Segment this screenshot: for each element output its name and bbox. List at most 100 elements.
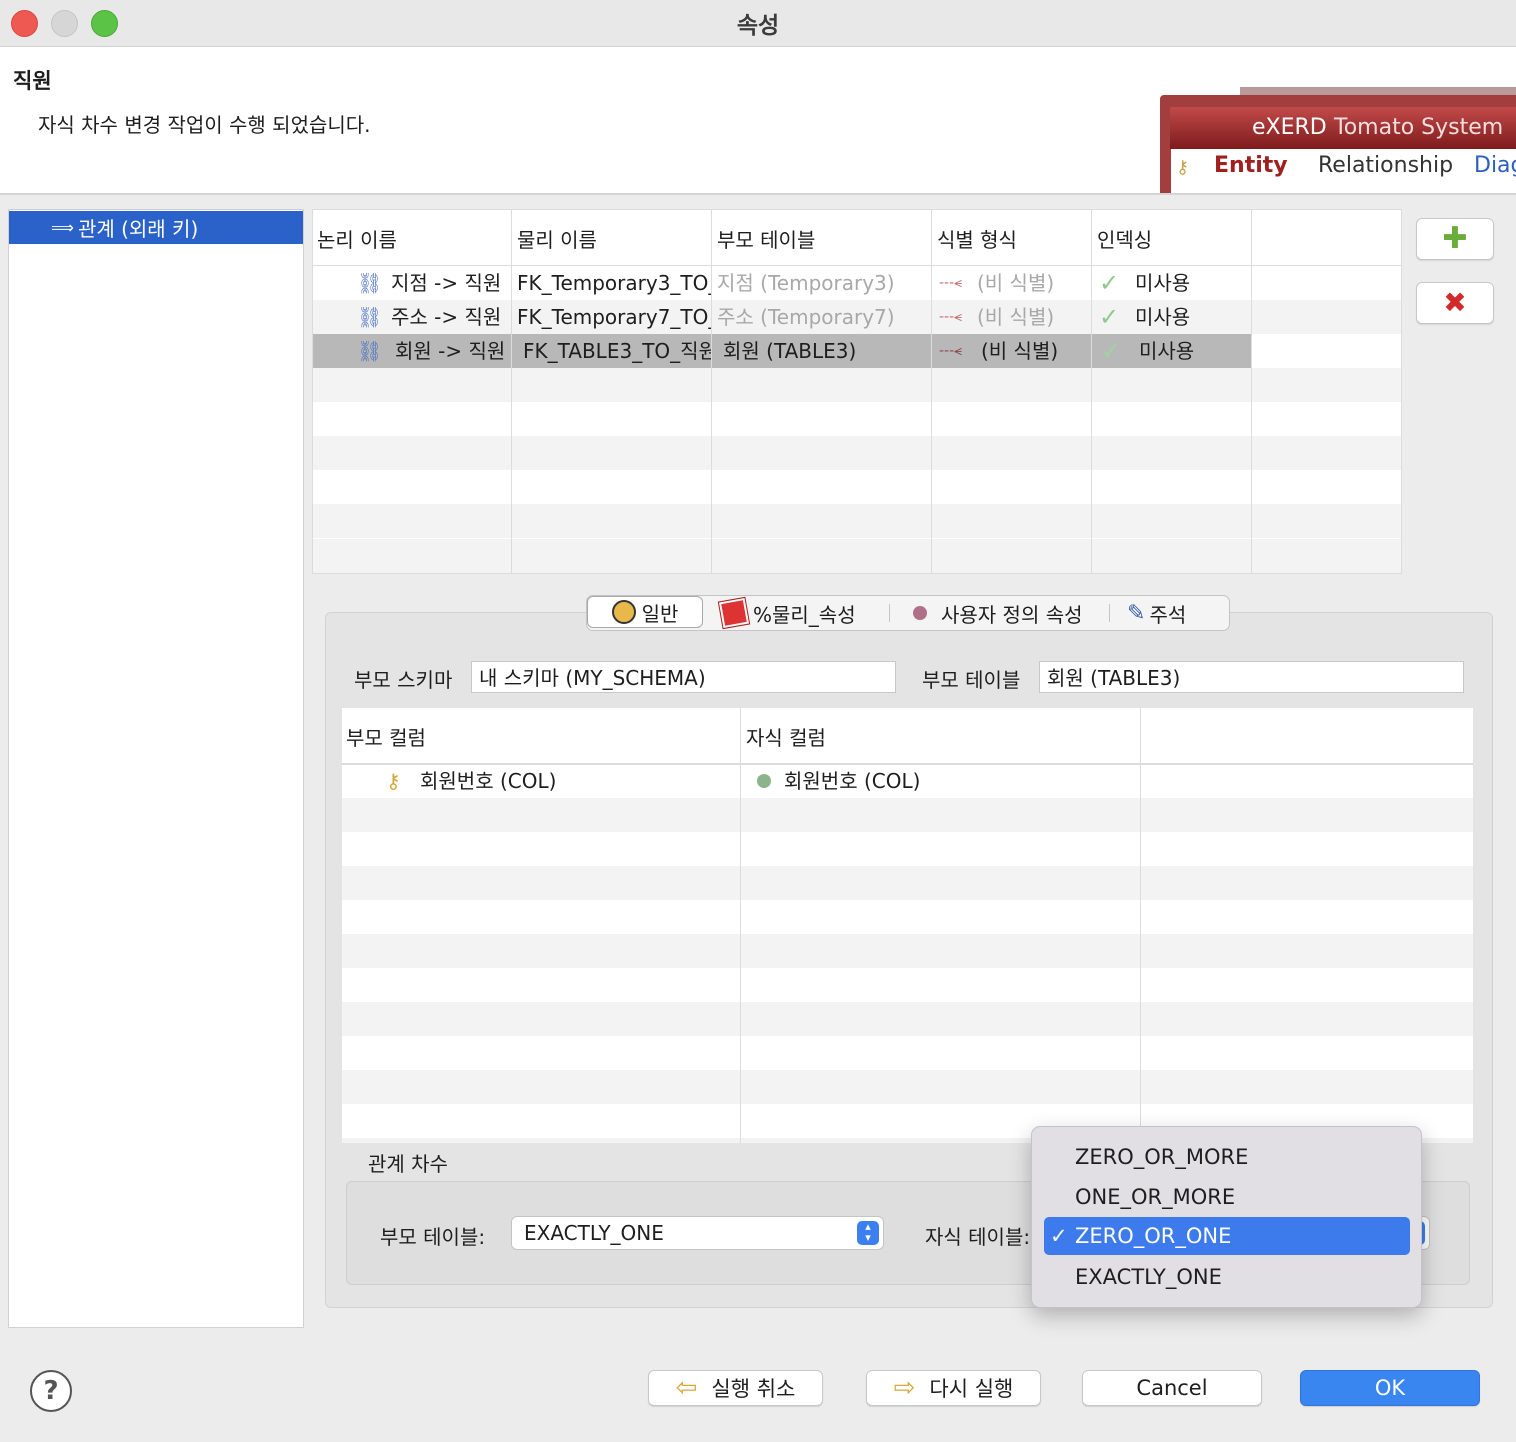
tab-physical-attributes[interactable]: %물리_속성 xyxy=(717,596,856,630)
check-icon: ✓ xyxy=(1099,269,1120,297)
key-icon: ⚷ xyxy=(1176,157,1190,178)
help-button[interactable]: ? xyxy=(30,1370,72,1412)
column-header-logical[interactable]: 논리 이름 xyxy=(317,224,397,253)
add-icon: ✚ xyxy=(1442,221,1468,256)
banner-tab-entity: Entity xyxy=(1214,153,1288,178)
undo-button[interactable]: ⇦ 실행 취소 xyxy=(648,1370,823,1406)
tab-label: %물리_속성 xyxy=(753,602,856,627)
delete-relation-button[interactable]: ✖ xyxy=(1416,282,1494,324)
add-relation-button[interactable]: ✚ xyxy=(1416,218,1494,260)
note-edit-icon: ✎ xyxy=(1127,600,1146,626)
column-header-identifying[interactable]: 식별 형식 xyxy=(937,224,1017,253)
column-header-indexing[interactable]: 인덱싱 xyxy=(1097,224,1152,253)
cancel-button[interactable]: Cancel xyxy=(1082,1370,1262,1406)
cell-logical: 지점 -> 직원 xyxy=(391,271,502,295)
menu-option-zero-or-one[interactable]: ✓ ZERO_OR_ONE xyxy=(1044,1217,1410,1255)
column-dot-icon xyxy=(757,774,771,788)
cell-identifying: (비 식별) xyxy=(981,339,1059,363)
tab-label: 사용자 정의 속성 xyxy=(941,602,1083,627)
redo-button[interactable]: ⇨ 다시 실행 xyxy=(866,1370,1041,1406)
cell-child-column: 회원번호 (COL) xyxy=(784,769,921,793)
delete-icon: ✖ xyxy=(1443,286,1467,319)
parent-cardinality-select[interactable]: EXACTLY_ONE ▴ ▾ xyxy=(511,1216,884,1250)
menu-option-one-or-more[interactable]: ONE_OR_MORE xyxy=(1044,1178,1410,1216)
cell-indexing: 미사용 xyxy=(1139,339,1195,363)
cell-parent: 회원 (TABLE3) xyxy=(723,339,857,363)
foreign-key-icon: ⟹ xyxy=(51,218,74,237)
cell-parent: 주소 (Temporary7) xyxy=(717,305,895,329)
parent-cardinality-label: 부모 테이블: xyxy=(380,1225,486,1249)
option-label: EXACTLY_ONE xyxy=(1075,1265,1222,1289)
dialog-header: 직원 자식 차수 변경 작업이 수행 되었습니다. eXERD Tomato S… xyxy=(0,47,1516,195)
cell-identifying: (비 식별) xyxy=(977,305,1055,329)
window-title: 속성 xyxy=(736,13,780,39)
column-mapping-table[interactable]: 부모 컬럼 자식 컬럼 ⚷ 회원번호 (COL) 회원번호 (COL) xyxy=(342,708,1473,1143)
tab-label: 주석 xyxy=(1149,602,1187,627)
parent-schema-label: 부모 스키마 xyxy=(354,668,453,692)
table-header: 논리 이름 물리 이름 부모 테이블 식별 형식 인덱싱 xyxy=(313,210,1401,267)
menu-option-exactly-one[interactable]: EXACTLY_ONE xyxy=(1044,1258,1410,1296)
cell-logical: 주소 -> 직원 xyxy=(391,305,502,329)
parent-cardinality-value: EXACTLY_ONE xyxy=(524,1221,664,1245)
non-identifying-icon: ---⪪ xyxy=(939,309,963,325)
child-cardinality-label: 자식 테이블: xyxy=(925,1225,1031,1249)
tab-label: 일반 xyxy=(641,601,679,626)
undo-label: 실행 취소 xyxy=(711,1377,796,1401)
banner-tab-relationship: Relationship xyxy=(1318,153,1454,178)
ok-button[interactable]: OK xyxy=(1300,1370,1480,1406)
banner-tab-diagram: Diag xyxy=(1474,153,1516,178)
cell-physical: FK_TABLE3_TO_직원 xyxy=(523,339,711,363)
cell-physical: FK_Temporary7_TO_직원 xyxy=(517,305,711,329)
tree-item-label: 관계 (외래 키) xyxy=(77,217,199,241)
parent-schema-field[interactable]: 내 스키마 (MY_SCHEMA) xyxy=(471,661,896,693)
non-identifying-icon: ---⪪ xyxy=(939,275,963,291)
tab-user-defined[interactable]: 사용자 정의 속성 xyxy=(913,596,1083,630)
relations-table[interactable]: 논리 이름 물리 이름 부모 테이블 식별 형식 인덱싱 ⛓ 지점 -> 직원 … xyxy=(312,209,1402,574)
undo-arrow-icon: ⇦ xyxy=(675,1373,698,1403)
tab-general[interactable]: 일반 xyxy=(587,596,703,628)
cell-indexing: 미사용 xyxy=(1135,305,1191,329)
banner-product: Tomato System xyxy=(1334,115,1504,140)
redo-arrow-icon: ⇨ xyxy=(893,1373,916,1403)
cell-identifying: (비 식별) xyxy=(977,271,1055,295)
relation-icon: ⛓ xyxy=(357,339,383,363)
cancel-label: Cancel xyxy=(1136,1376,1208,1400)
ok-label: OK xyxy=(1374,1376,1406,1400)
chevron-up-down-icon: ▴▾ xyxy=(857,1221,879,1245)
column-header-physical[interactable]: 물리 이름 xyxy=(517,224,597,253)
menu-option-zero-or-more[interactable]: ZERO_OR_MORE xyxy=(1044,1138,1410,1176)
column-header-child-column[interactable]: 자식 컬럼 xyxy=(746,722,826,751)
cell-indexing: 미사용 xyxy=(1135,271,1191,295)
header-title: 직원 xyxy=(13,69,52,93)
relation-icon: ⛓ xyxy=(357,271,383,295)
tab-bar: 일반 %물리_속성 사용자 정의 속성 ✎ 주석 xyxy=(586,595,1230,631)
cell-physical: FK_Temporary3_TO_직원 xyxy=(517,271,711,295)
redo-label: 다시 실행 xyxy=(929,1377,1014,1401)
header-message: 자식 차수 변경 작업이 수행 되었습니다. xyxy=(38,113,371,137)
checkmark-icon: ✓ xyxy=(1050,1224,1068,1248)
tab-comment[interactable]: ✎ 주석 xyxy=(1127,596,1186,630)
compass-icon xyxy=(611,600,636,624)
tree-item-relations[interactable]: ⟹ 관계 (외래 키) xyxy=(9,211,303,244)
parent-table-field[interactable]: 회원 (TABLE3) xyxy=(1039,661,1464,693)
banner-brand: eXERD xyxy=(1252,115,1327,140)
title-bar: 속성 xyxy=(0,0,1516,47)
cell-logical: 회원 -> 직원 xyxy=(395,339,506,363)
check-icon: ✓ xyxy=(1101,337,1122,365)
primary-key-icon: ⚷ xyxy=(386,769,401,793)
physical-attributes-icon xyxy=(717,596,751,630)
column-header-parent[interactable]: 부모 테이블 xyxy=(717,224,815,253)
option-label: ONE_OR_MORE xyxy=(1075,1185,1236,1209)
option-label: ZERO_OR_ONE xyxy=(1075,1224,1232,1248)
relation-icon: ⛓ xyxy=(357,305,383,329)
category-tree: ⟹ 관계 (외래 키) xyxy=(8,209,304,1328)
option-label: ZERO_OR_MORE xyxy=(1075,1145,1249,1169)
check-icon: ✓ xyxy=(1099,303,1120,331)
non-identifying-icon: ---⪪ xyxy=(939,343,963,359)
parent-table-label: 부모 테이블 xyxy=(922,668,1021,692)
column-header-parent-column[interactable]: 부모 컬럼 xyxy=(346,722,426,751)
cell-parent-column: 회원번호 (COL) xyxy=(420,769,557,793)
cardinality-dropdown-menu: ZERO_OR_MORE ONE_OR_MORE ✓ ZERO_OR_ONE E… xyxy=(1031,1126,1422,1308)
cardinality-group-label: 관계 차수 xyxy=(368,1152,448,1176)
cell-parent: 지점 (Temporary3) xyxy=(717,271,895,295)
